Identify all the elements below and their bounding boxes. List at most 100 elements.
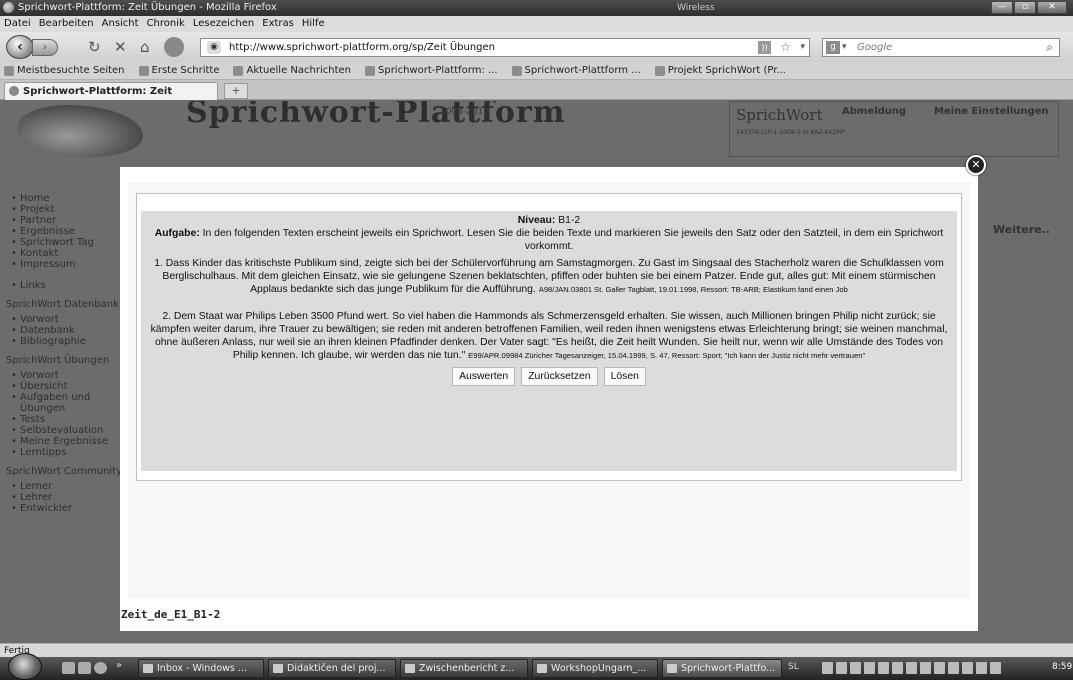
sidebar-item-lehrer[interactable]: Lehrer: [11, 492, 126, 503]
taskbar-item-workshop[interactable]: WorkshopUngarn_...: [532, 659, 658, 678]
taskbar-item-firefox[interactable]: Sprichwort-Plattfo...: [662, 659, 782, 678]
tray-icon[interactable]: [962, 662, 973, 674]
taskbar-item-inbox[interactable]: Inbox - Windows ...: [138, 659, 264, 678]
bookmark-star-icon[interactable]: ☆: [780, 39, 791, 56]
sidebar-item-partner[interactable]: Partner: [11, 215, 126, 226]
windows-taskbar: » Inbox - Windows ... Didaktičen del pro…: [0, 653, 1073, 680]
bookmark-item[interactable]: Meistbesuchte Seiten: [4, 62, 125, 79]
window-close-button[interactable]: ✕: [1037, 1, 1067, 14]
sidebar-item-uebersicht[interactable]: Übersicht: [11, 381, 126, 392]
sidebar-item-impressum[interactable]: Impressum: [11, 259, 126, 270]
dialog-content: Niveau: B1-2 Aufgabe: In den folgenden T…: [128, 183, 970, 599]
bookmark-item[interactable]: Sprichwort-Plattform: ...: [365, 62, 498, 79]
search-bar[interactable]: g ▾ Google ⌕: [822, 38, 1060, 57]
search-placeholder[interactable]: Google: [857, 42, 892, 53]
search-engine-icon[interactable]: g: [826, 41, 840, 54]
sidebar-item-sprichwort-tag[interactable]: Sprichwort Tag: [11, 237, 126, 248]
rss-feed-icon[interactable]: )): [758, 41, 771, 54]
stop-icon[interactable]: ✕: [114, 38, 127, 56]
tray-icon[interactable]: [836, 662, 847, 674]
clock[interactable]: 8:59: [1052, 662, 1072, 672]
tray-icon[interactable]: [864, 662, 875, 674]
maximize-button[interactable]: ▫: [1014, 1, 1036, 14]
sidebar-item-entwickler[interactable]: Entwickler: [11, 503, 126, 514]
sidebar-item-lerntipps[interactable]: Lerntipps: [11, 447, 126, 458]
minimize-button[interactable]: —: [991, 1, 1013, 14]
site-years: 2008-2010: [440, 107, 490, 117]
sidebar-item-links[interactable]: Links: [11, 280, 126, 291]
menu-datei[interactable]: Datei: [4, 16, 31, 32]
reset-button[interactable]: Zurücksetzen: [521, 367, 598, 386]
menu-ansicht[interactable]: Ansicht: [102, 16, 139, 32]
sidebar-item-bibliographie[interactable]: Bibliographie: [11, 336, 126, 347]
show-desktop-icon[interactable]: [62, 662, 75, 674]
sidebar-item-selbstevaluation[interactable]: Selbstevaluation: [11, 425, 126, 436]
people-icon: [654, 65, 665, 76]
tray-icon[interactable]: [906, 662, 917, 674]
menu-hilfe[interactable]: Hilfe: [302, 16, 325, 32]
sidebar-item-vorwort[interactable]: Vorwort: [11, 370, 126, 381]
evaluate-button[interactable]: Auswerten: [452, 367, 516, 386]
sidebar-item-ergebnisse[interactable]: Ergebnisse: [11, 226, 126, 237]
new-tab-button[interactable]: +: [224, 83, 248, 99]
sidebar-item-meine-ergebnisse[interactable]: Meine Ergebnisse: [11, 436, 126, 447]
tray-icon[interactable]: [850, 662, 861, 674]
menu-bearbeiten[interactable]: Bearbeiten: [39, 16, 94, 32]
tab-sprichwort-uebungen[interactable]: Sprichwort-Plattform: Zeit Übungen: [4, 82, 218, 114]
url-dropdown-icon[interactable]: ▾: [800, 39, 805, 56]
reload-icon[interactable]: ↻: [88, 38, 101, 56]
tray-icon[interactable]: [934, 662, 945, 674]
language-indicator[interactable]: SL: [788, 662, 799, 672]
taskbar-item-didaktika[interactable]: Didaktičen del proj...: [268, 659, 396, 678]
url-bar[interactable]: ◉ http://www.sprichwort-plattform.org/sp…: [200, 38, 810, 57]
taskbar-item-zwischenbericht[interactable]: Zwischenbericht z...: [400, 659, 528, 678]
tray-icon[interactable]: [892, 662, 903, 674]
bookmark-item[interactable]: Projekt SprichWort (Pr...: [654, 62, 786, 79]
sidebar-item-home[interactable]: Home: [11, 193, 126, 204]
sidebar-item-projekt[interactable]: Projekt: [11, 204, 126, 215]
tray-icon[interactable]: [822, 662, 833, 674]
bookmark-item[interactable]: Erste Schritte: [138, 62, 219, 79]
bookmarks-toolbar: Meistbesuchte Seiten Erste Schritte Aktu…: [0, 62, 1073, 80]
volume-icon[interactable]: [990, 662, 1001, 674]
sidebar-item-vorwort[interactable]: Vorwort: [11, 314, 126, 325]
sidebar-item-aufgaben[interactable]: Aufgaben und Übungen: [11, 392, 126, 414]
internet-explorer-icon[interactable]: [94, 662, 107, 674]
menu-chronik[interactable]: Chronik: [147, 16, 185, 32]
menu-extras[interactable]: Extras: [262, 16, 294, 32]
text-1[interactable]: 1. Dass Kinder das kritischste Publikum …: [145, 257, 953, 296]
sidebar-item-tests[interactable]: Tests: [11, 414, 126, 425]
bookmark-item[interactable]: Aktuelle Nachrichten: [233, 62, 351, 79]
weitere-link[interactable]: Weitere..: [993, 223, 1050, 236]
tab-strip: Sprichwort-Plattform: Zeit Übungen +: [0, 80, 1073, 114]
exercise-dialog: Niveau: B1-2 Aufgabe: In den folgenden T…: [120, 167, 978, 631]
start-button[interactable]: [8, 653, 42, 680]
tray-icon[interactable]: [920, 662, 931, 674]
settings-link[interactable]: Meine Einstellungen: [934, 106, 1049, 117]
site-identity-icon[interactable]: ◉: [207, 41, 221, 54]
search-icon[interactable]: ⌕: [1046, 39, 1053, 56]
home-icon[interactable]: ⌂: [140, 38, 150, 56]
sidebar-item-datenbank[interactable]: Datenbank: [11, 325, 126, 336]
text-2[interactable]: 2. Dem Staat war Philips Leben 3500 Pfun…: [145, 310, 953, 362]
url-text[interactable]: http://www.sprichwort-plattform.org/sp/Z…: [229, 42, 495, 53]
back-arrow-icon[interactable]: ‹: [6, 35, 34, 59]
switch-windows-icon[interactable]: [78, 662, 91, 674]
menu-lesezeichen[interactable]: Lesezeichen: [193, 16, 254, 32]
sidebar-item-lerner[interactable]: Lerner: [11, 481, 126, 492]
forward-arrow-icon[interactable]: ›: [32, 39, 58, 56]
task-label: Aufgabe:: [154, 228, 200, 239]
sidebar-item-kontakt[interactable]: Kontakt: [11, 248, 126, 259]
bookmark-item[interactable]: Sprichwort-Plattform ...: [511, 62, 641, 79]
solve-button[interactable]: Lösen: [603, 367, 646, 386]
window-title: Sprichwort-Plattform: Zeit Übungen - Moz…: [18, 2, 277, 13]
close-icon[interactable]: ✕: [966, 155, 986, 175]
tray-icon[interactable]: [878, 662, 889, 674]
quicklaunch-more-icon[interactable]: »: [116, 660, 122, 671]
bookmark-globe-icon[interactable]: [164, 37, 184, 57]
firefox-icon: [667, 664, 677, 673]
engine-dropdown-icon[interactable]: ▾: [842, 39, 847, 56]
network-icon[interactable]: [976, 662, 987, 674]
tray-icon[interactable]: [948, 662, 959, 674]
logout-link[interactable]: Abmeldung: [842, 106, 906, 117]
